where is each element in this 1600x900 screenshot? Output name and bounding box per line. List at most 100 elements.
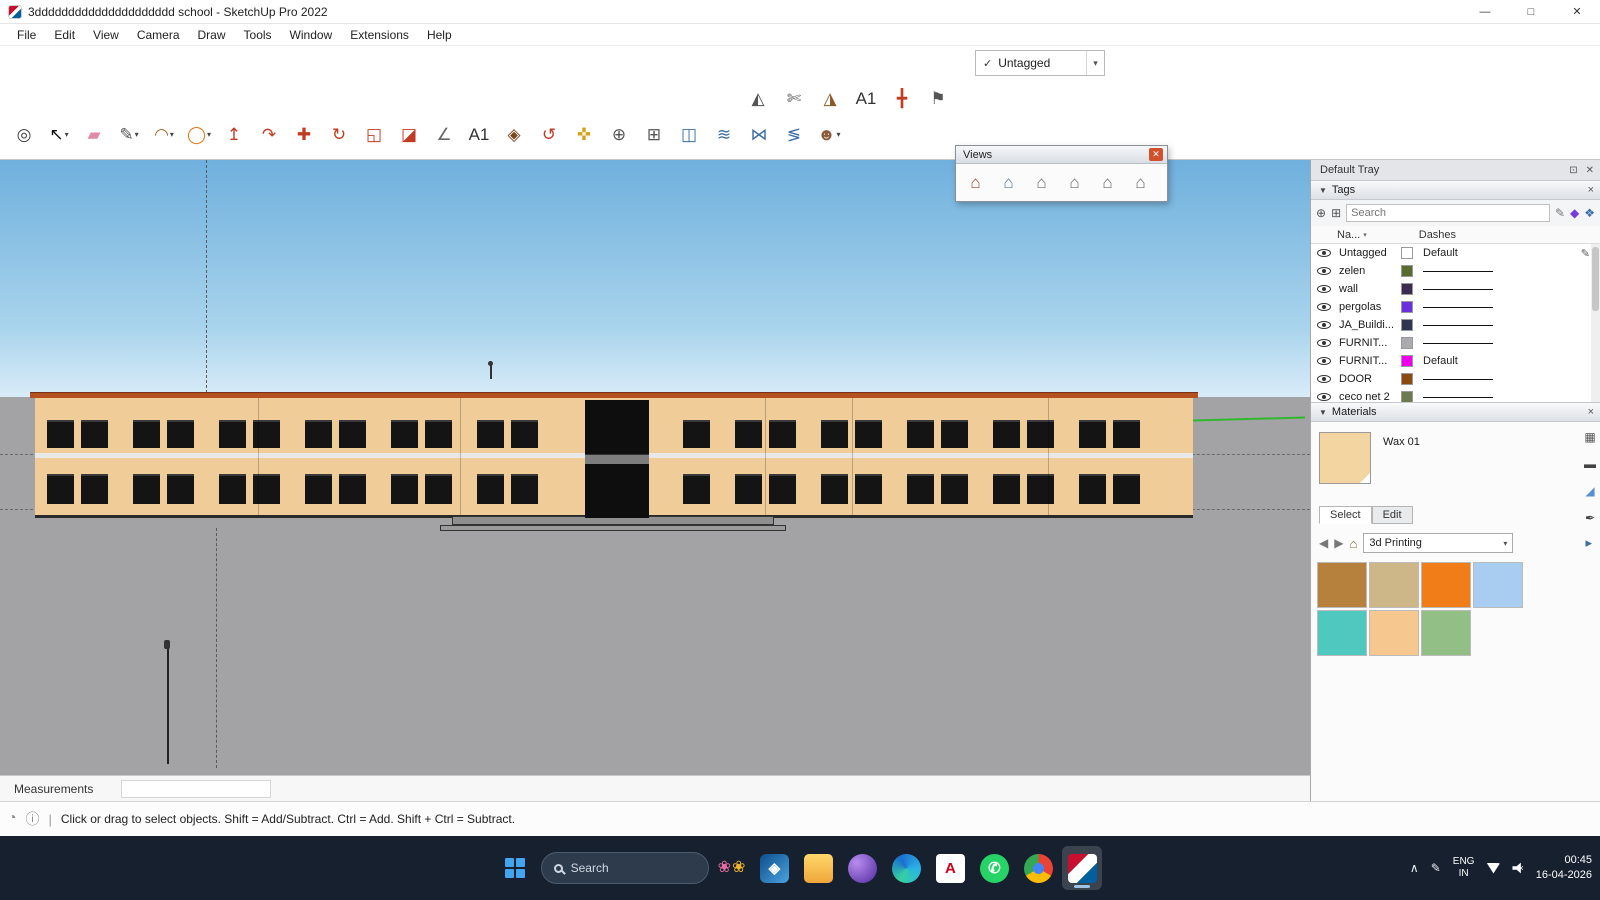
visibility-eye-icon[interactable] [1317,375,1331,383]
collapse-icon[interactable]: ▼ [1319,186,1327,195]
tool-button[interactable]: ↻ [323,118,355,150]
tag-dashes-cell[interactable]: Default [1421,244,1507,262]
tag-tool-icon[interactable]: ✎ [1555,206,1565,220]
tag-dashes-cell[interactable] [1421,334,1507,352]
view-button[interactable]: ⌂ [994,168,1023,197]
chevron-down-icon[interactable]: ▾ [170,130,174,139]
tool-button[interactable]: ╋ [886,82,918,114]
tool-button[interactable]: ↺ [533,118,565,150]
tags-section-header[interactable]: ▼ Tags × [1311,180,1600,200]
tag-color-swatch[interactable] [1401,247,1413,259]
add-tag-icon[interactable]: ⊕ [1316,206,1326,220]
tool-button[interactable]: ◱ [358,118,390,150]
visibility-eye-icon[interactable] [1317,321,1331,329]
chevron-down-icon[interactable]: ▾ [836,130,840,139]
view-button[interactable]: ⌂ [1027,168,1056,197]
tag-dashes-cell[interactable] [1421,298,1507,316]
tool-button[interactable]: ✜ [568,118,600,150]
menu-item[interactable]: Edit [45,26,84,44]
tag-tool-icon[interactable]: ◆ [1570,206,1579,220]
pin-icon[interactable]: ⊡ [1569,165,1577,176]
materials-category-dropdown[interactable]: 3d Printing ▾ [1363,533,1513,553]
material-swatch[interactable] [1473,562,1523,608]
menu-item[interactable]: Window [281,26,342,44]
menu-item[interactable]: Draw [189,26,235,44]
tool-button[interactable]: A1 [463,118,495,150]
taskbar-search[interactable]: Search [541,852,709,884]
tags-scrollbar[interactable] [1591,244,1600,402]
menu-item[interactable]: Camera [128,26,189,44]
visibility-eye-icon[interactable] [1317,249,1331,257]
material-swatch[interactable] [1421,562,1471,608]
tool-button[interactable]: ↷ [253,118,285,150]
tag-dashes-cell[interactable] [1421,316,1507,334]
measurements-input[interactable] [121,780,271,798]
taskbar-app[interactable] [798,846,838,890]
tag-color-swatch[interactable] [1401,283,1413,295]
menu-item[interactable]: View [84,26,128,44]
material-preview[interactable] [1319,432,1371,484]
start-button[interactable] [498,851,532,885]
view-button[interactable]: ⌂ [1126,168,1155,197]
tag-dashes-cell[interactable] [1421,370,1507,388]
view-button[interactable]: ⌂ [1093,168,1122,197]
tag-color-swatch[interactable] [1401,319,1413,331]
tag-row[interactable]: DOOR ✎ [1311,370,1600,388]
volume-muted-icon[interactable]: × [1512,862,1523,874]
tool-button[interactable]: ◯ ▾ [183,118,215,150]
taskbar-app[interactable] [1018,846,1058,890]
tool-button[interactable]: ◈ [498,118,530,150]
tool-button[interactable]: ☻ ▾ [813,118,845,150]
pencil-icon[interactable]: ✎ [1581,247,1590,260]
tag-color-swatch[interactable] [1401,337,1413,349]
tag-row[interactable]: ceco net 2 ✎ [1311,388,1600,402]
tag-color-swatch[interactable] [1401,265,1413,277]
menu-item[interactable]: Extensions [341,26,418,44]
visibility-eye-icon[interactable] [1317,303,1331,311]
visibility-eye-icon[interactable] [1317,339,1331,347]
tag-color-swatch[interactable] [1401,355,1413,367]
forward-arrow-icon[interactable]: ▶ [1334,536,1343,550]
chevron-down-icon[interactable]: ▾ [135,130,139,139]
taskbar-app[interactable] [842,846,882,890]
language-indicator[interactable]: ENG IN [1453,856,1475,880]
tool-button[interactable]: ⊕ [603,118,635,150]
tag-color-swatch[interactable] [1401,391,1413,402]
tool-button[interactable]: ✄ [778,82,810,114]
material-swatch[interactable] [1421,610,1471,656]
wifi-icon[interactable] [1486,863,1500,874]
close-icon[interactable]: ✕ [1586,165,1594,176]
3d-viewport[interactable] [0,160,1310,775]
tool-button[interactable]: ◭ [742,82,774,114]
tool-button[interactable]: A1 [850,82,882,114]
material-swatch[interactable] [1317,562,1367,608]
tool-button[interactable]: ◎ [8,118,40,150]
material-tool-icon[interactable]: ▦ [1584,430,1595,444]
status-icon[interactable]: ⓘ [25,809,39,829]
material-swatch[interactable] [1369,562,1419,608]
visibility-eye-icon[interactable] [1317,285,1331,293]
chevron-down-icon[interactable]: ▾ [1086,51,1104,75]
menu-item[interactable]: Help [418,26,461,44]
materials-section-header[interactable]: ▼ Materials × [1311,402,1600,422]
minimize-button[interactable]: — [1462,0,1508,24]
flower-icon[interactable]: ❀ [732,860,745,876]
tag-row[interactable]: wall ✎ [1311,280,1600,298]
tool-button[interactable]: ≶ [778,118,810,150]
tool-button[interactable]: ⋈ [743,118,775,150]
tab-edit[interactable]: Edit [1372,506,1413,524]
tag-row[interactable]: Untagged Default ✎ [1311,244,1600,262]
tool-button[interactable]: ↥ [218,118,250,150]
material-swatch[interactable] [1369,610,1419,656]
pen-icon[interactable]: ✎ [1431,861,1441,875]
tag-tool-icon[interactable]: ❖ [1584,206,1595,220]
tag-dashes-cell[interactable] [1421,280,1507,298]
tool-button[interactable]: ✎ ▾ [113,118,145,150]
tool-button[interactable]: ⚑ [922,82,954,114]
active-tag-dropdown[interactable]: ✓ Untagged ▾ [975,50,1105,76]
hidden-icons-chevron[interactable]: ∧ [1410,861,1419,875]
tag-row[interactable]: JA_Buildi... ✎ [1311,316,1600,334]
tool-button[interactable]: ✚ [288,118,320,150]
in-model-home-icon[interactable]: ⌂ [1349,536,1357,551]
material-tool-icon[interactable]: ▬ [1584,457,1596,471]
